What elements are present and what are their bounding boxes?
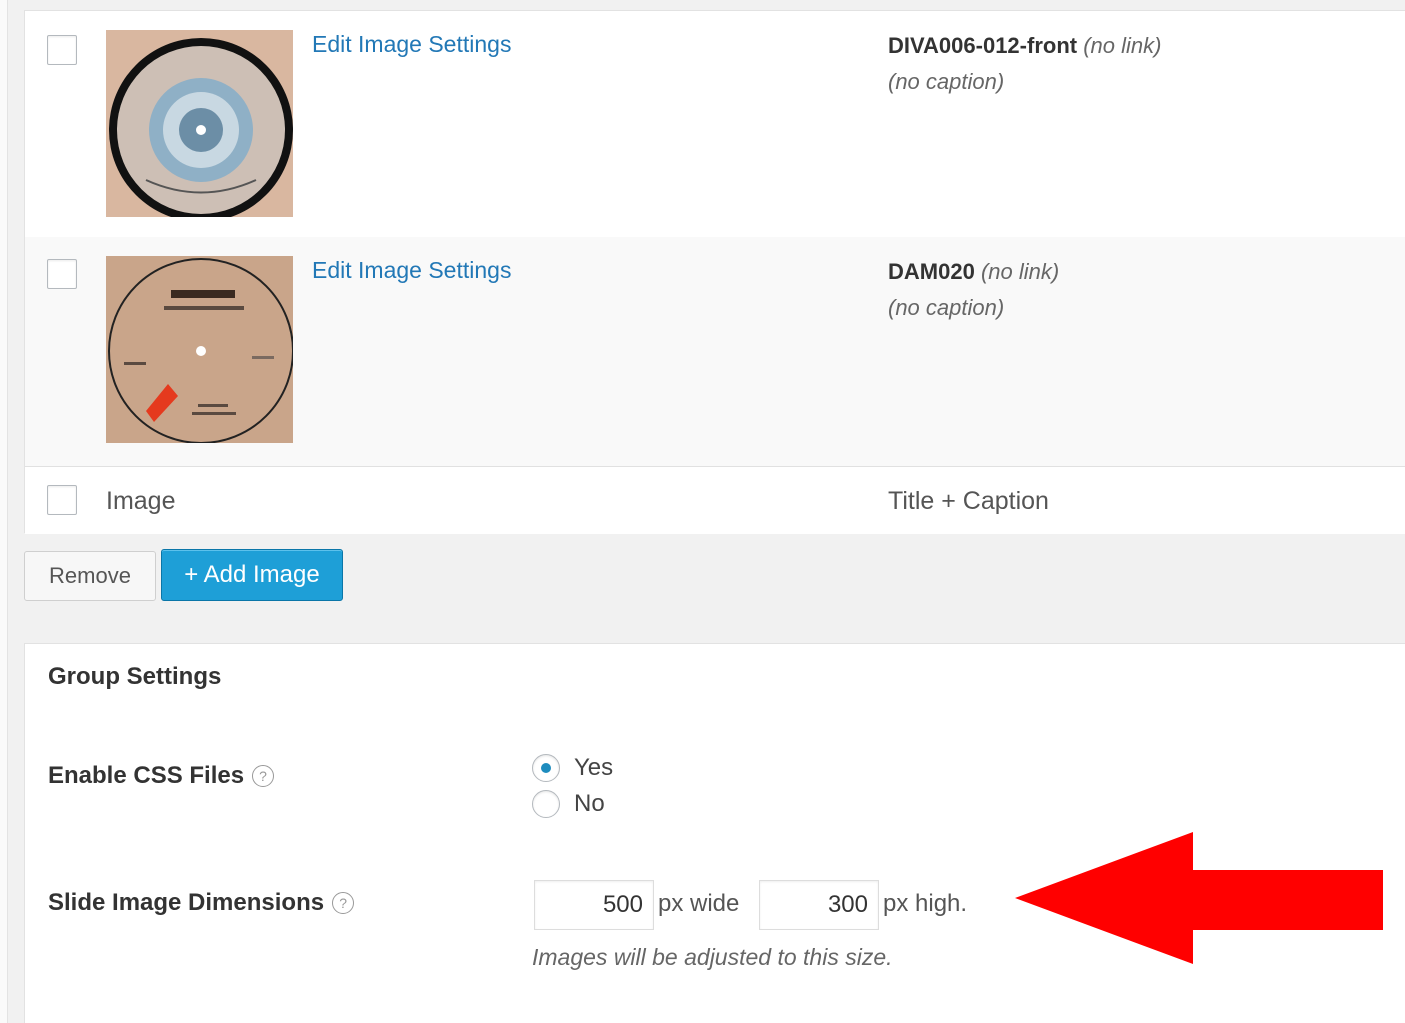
link-status: (no link)	[980, 259, 1060, 284]
thumbnail-image	[106, 30, 293, 217]
image-title: DIVA006-012-front (no link)	[888, 33, 1161, 59]
table-footer: Image Title + Caption	[25, 467, 1405, 534]
height-input[interactable]	[759, 880, 879, 930]
remove-button[interactable]: Remove	[24, 551, 156, 601]
height-unit-label: px high.	[883, 890, 968, 917]
width-input[interactable]	[534, 880, 654, 930]
gallery-table: Edit Image Settings DIVA006-012-front (n…	[24, 10, 1405, 534]
group-settings-title: Group Settings	[48, 663, 222, 690]
radio-yes-label: Yes	[574, 754, 614, 781]
width-unit-label: px wide	[658, 890, 740, 917]
enable-css-label-text: Enable CSS Files	[48, 762, 245, 789]
edit-image-settings-link[interactable]: Edit Image Settings	[312, 257, 511, 284]
radio-no-label: No	[574, 790, 605, 817]
table-row: Edit Image Settings DAM020 (no link) (no…	[25, 237, 1405, 467]
dimensions-hint: Images will be adjusted to this size.	[532, 944, 893, 970]
image-title-text: DAM020	[888, 259, 975, 284]
help-icon[interactable]: ?	[252, 765, 275, 787]
radio-no[interactable]	[532, 790, 560, 818]
enable-css-label: Enable CSS Files ?	[48, 762, 275, 790]
link-status: (no link)	[1083, 33, 1162, 58]
column-header-image: Image	[106, 487, 176, 515]
row-checkbox[interactable]	[47, 259, 77, 289]
image-title: DAM020 (no link)	[888, 259, 1059, 285]
table-row: Edit Image Settings DIVA006-012-front (n…	[25, 11, 1405, 237]
image-caption: (no caption)	[888, 69, 1005, 94]
row-checkbox[interactable]	[47, 35, 77, 65]
image-title-text: DIVA006-012-front	[888, 33, 1078, 58]
edit-image-settings-link[interactable]: Edit Image Settings	[312, 31, 511, 58]
column-header-title-caption: Title + Caption	[888, 487, 1049, 515]
radio-yes[interactable]	[532, 754, 560, 782]
select-all-checkbox[interactable]	[47, 485, 77, 515]
thumbnail-image	[106, 256, 293, 443]
help-icon[interactable]: ?	[332, 892, 355, 914]
enable-css-no-option[interactable]: No	[532, 790, 605, 818]
image-caption: (no caption)	[888, 295, 1005, 320]
slide-dimensions-label: Slide Image Dimensions ?	[48, 889, 355, 917]
left-edge-strip	[0, 0, 8, 1023]
add-image-button[interactable]: + Add Image	[161, 549, 343, 601]
enable-css-yes-option[interactable]: Yes	[532, 754, 613, 782]
annotation-arrow	[1015, 832, 1383, 964]
slide-dimensions-label-text: Slide Image Dimensions	[48, 889, 325, 916]
